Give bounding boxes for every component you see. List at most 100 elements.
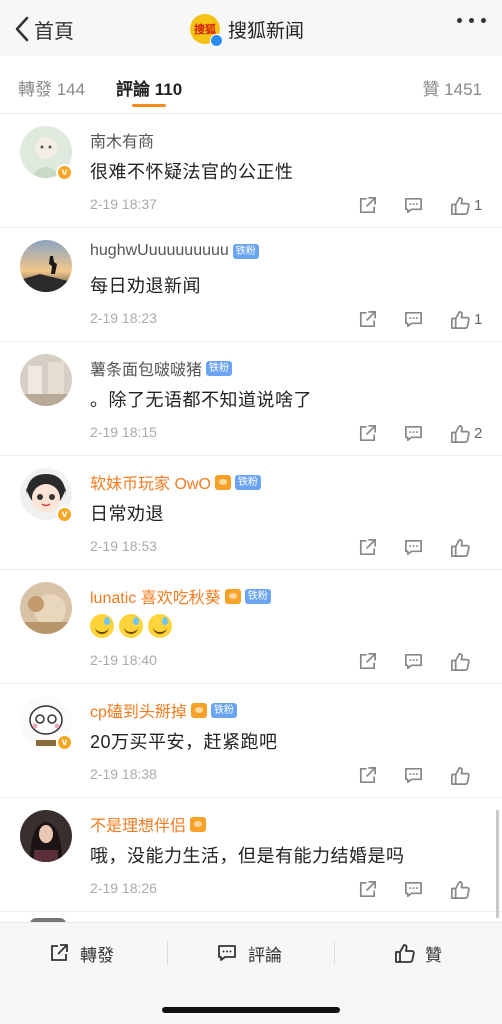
share-icon[interactable] xyxy=(356,650,378,672)
more-options-icon[interactable] xyxy=(457,18,486,23)
share-icon xyxy=(51,944,68,961)
comment-time: 2-19 18:37 xyxy=(90,196,157,212)
comment-icon xyxy=(218,945,236,961)
tab-repost[interactable]: 轉發 144 xyxy=(18,75,85,100)
account-title[interactable]: 搜狐 搜狐新闻 xyxy=(190,12,305,47)
username[interactable]: cp磕到头掰掉 xyxy=(90,698,187,722)
chevron-left-icon xyxy=(15,16,29,42)
reply-icon[interactable] xyxy=(402,422,424,444)
back-button[interactable]: 首頁 xyxy=(14,14,74,44)
comment-text: 很难不怀疑法官的公正性 xyxy=(90,162,294,182)
bottom-action-bar: 轉發 評論 贊 xyxy=(0,922,502,1024)
sohu-logo: 搜狐 xyxy=(190,14,223,47)
member-crown-icon xyxy=(214,474,231,490)
like-icon[interactable] xyxy=(448,422,470,444)
sweat-smile-emoji-icon xyxy=(148,614,172,638)
username[interactable]: hughwUuuuuuuuuu xyxy=(90,242,229,260)
like-icon[interactable] xyxy=(448,764,470,786)
username[interactable]: 不是理想伴侣 xyxy=(90,812,186,836)
page-title: 搜狐新闻 xyxy=(228,20,305,42)
comment-actions xyxy=(332,650,484,672)
reply-icon[interactable] xyxy=(402,194,424,216)
back-label: 首頁 xyxy=(34,20,74,43)
comment-label: 評論 xyxy=(248,945,282,965)
username[interactable]: 南木有商 xyxy=(90,128,154,152)
comment-actions xyxy=(332,536,484,558)
comment-item: 不是理想伴侣 哦，没能力生活，但是有能力结婚是吗 2-19 18:26 xyxy=(0,798,502,912)
like-label: 贊 xyxy=(425,945,442,965)
comment-button[interactable]: 評論 xyxy=(216,939,282,967)
comment-actions: 2 xyxy=(332,422,484,444)
reply-icon[interactable] xyxy=(402,308,424,330)
tab-bar: 轉發 144 評論 110 贊 1451 xyxy=(0,56,502,114)
share-icon[interactable] xyxy=(356,422,378,444)
comment-item: 薯条面包啵啵猪 铁粉 。除了无语都不知道说啥了 2-19 18:15 2 xyxy=(0,342,502,456)
member-crown-icon xyxy=(224,588,241,604)
reply-icon[interactable] xyxy=(402,650,424,672)
like-count: 1 xyxy=(474,310,483,328)
fan-badge: 铁粉 xyxy=(234,474,261,490)
verified-badge-icon xyxy=(210,34,223,47)
reply-icon[interactable] xyxy=(402,536,424,558)
share-icon[interactable] xyxy=(356,308,378,330)
comment-actions xyxy=(332,878,484,900)
like-icon[interactable] xyxy=(448,194,470,216)
reply-icon[interactable] xyxy=(402,878,424,900)
share-icon[interactable] xyxy=(356,878,378,900)
comment-text: 日常劝退 xyxy=(90,504,164,524)
fan-badge: 铁粉 xyxy=(206,360,233,376)
share-icon[interactable] xyxy=(356,194,378,216)
comment-actions xyxy=(332,764,484,786)
like-count: 2 xyxy=(474,424,483,442)
tab-comment[interactable]: 評論 110 xyxy=(116,75,182,100)
comment-item: v 软妹币玩家 OwO 铁粉 日常劝退 2-19 18:53 xyxy=(0,456,502,570)
verified-badge-icon: v xyxy=(56,734,73,751)
verified-badge-icon: v xyxy=(56,164,73,181)
tab-like[interactable]: 贊 1451 xyxy=(422,75,482,100)
repost-label: 轉發 xyxy=(80,945,114,965)
username[interactable]: 软妹币玩家 OwO xyxy=(90,470,211,494)
comment-time: 2-19 18:40 xyxy=(90,652,157,668)
like-count: 1 xyxy=(474,196,483,214)
divider xyxy=(167,941,168,965)
like-icon[interactable] xyxy=(448,308,470,330)
comment-time: 2-19 18:53 xyxy=(90,538,157,554)
comment-text: 。除了无语都不知道说啥了 xyxy=(90,390,312,410)
comment-actions: 1 xyxy=(332,194,484,216)
like-icon[interactable] xyxy=(448,878,470,900)
verified-badge-icon: v xyxy=(56,506,73,523)
comment-time: 2-19 18:38 xyxy=(90,766,157,782)
avatar[interactable] xyxy=(20,240,72,292)
member-crown-icon xyxy=(190,816,207,832)
comment-text: 每日劝退新闻 xyxy=(90,276,201,296)
avatar[interactable] xyxy=(20,582,72,634)
repost-button[interactable]: 轉發 xyxy=(48,939,114,967)
active-tab-indicator xyxy=(132,104,166,107)
sweat-smile-emoji-icon xyxy=(119,614,143,638)
username[interactable]: lunatic 喜欢吃秋葵 xyxy=(90,584,221,608)
share-icon[interactable] xyxy=(356,536,378,558)
sweat-smile-emoji-icon xyxy=(90,614,114,638)
username[interactable]: 薯条面包啵啵猪 xyxy=(90,356,202,380)
like-icon[interactable] xyxy=(448,650,470,672)
comment-time: 2-19 18:15 xyxy=(90,424,157,440)
like-button[interactable]: 贊 xyxy=(393,939,442,967)
avatar[interactable] xyxy=(20,354,72,406)
home-indicator[interactable] xyxy=(162,1007,340,1013)
comment-emoji-content xyxy=(90,614,177,638)
fan-badge: 铁粉 xyxy=(244,588,271,604)
fan-badge: 铁粉 xyxy=(232,243,259,259)
avatar[interactable] xyxy=(20,810,72,862)
comment-actions: 1 xyxy=(332,308,484,330)
comment-item: hughwUuuuuuuuuu 铁粉 每日劝退新闻 2-19 18:23 1 xyxy=(0,228,502,342)
comment-item: v 南木有商 很难不怀疑法官的公正性 2-19 18:37 1 xyxy=(0,114,502,228)
comment-item: lunatic 喜欢吃秋葵 铁粉 2-19 18:40 xyxy=(0,570,502,684)
like-icon[interactable] xyxy=(448,536,470,558)
scrollbar[interactable] xyxy=(496,810,499,918)
share-icon[interactable] xyxy=(356,764,378,786)
navigation-bar: 首頁 搜狐 搜狐新闻 xyxy=(0,0,502,56)
comment-text: 哦，没能力生活，但是有能力结婚是吗 xyxy=(90,846,405,866)
comment-item: v cp磕到头掰掉 铁粉 20万买平安，赶紧跑吧 2-19 18:38 xyxy=(0,684,502,798)
comment-time: 2-19 18:26 xyxy=(90,880,157,896)
reply-icon[interactable] xyxy=(402,764,424,786)
